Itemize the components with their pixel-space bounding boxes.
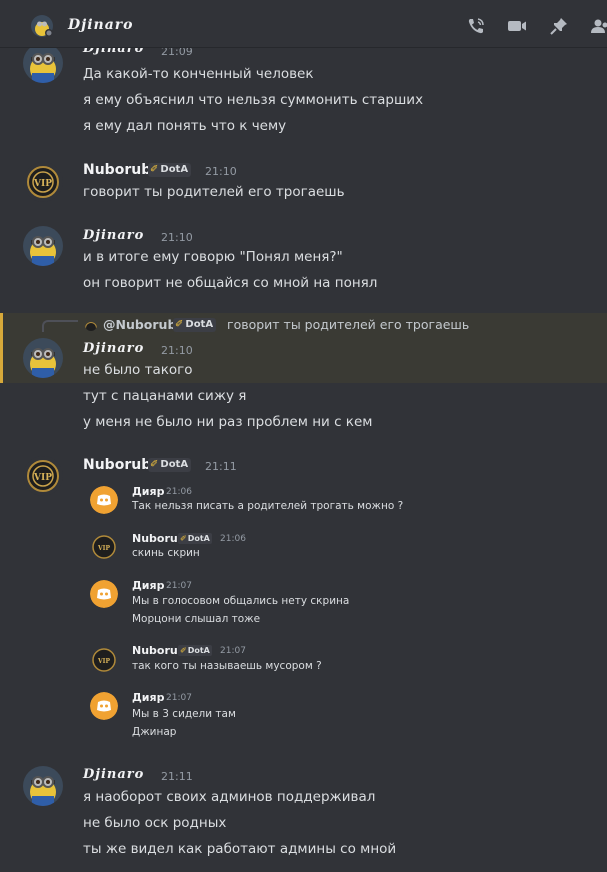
svg-text:VIP: VIP xyxy=(33,473,52,483)
message-text: не было оск родных xyxy=(83,815,227,831)
embedded-text: Мы в 3 сидели там xyxy=(132,708,236,720)
avatar-minion[interactable] xyxy=(23,43,63,83)
dm-title: Djinaro xyxy=(68,17,134,33)
role-tag: ✐DotA xyxy=(148,458,192,472)
message-text: тут с пацанами сижу я xyxy=(83,388,247,404)
timestamp: 21:10 xyxy=(205,165,237,178)
timestamp: 21:11 xyxy=(161,770,193,783)
author-name[interactable]: Djinaro xyxy=(83,341,144,356)
sword-icon: ✐ xyxy=(175,319,184,330)
embedded-text: Морцони слышал тоже xyxy=(132,613,261,625)
role-tag-label: DotA xyxy=(160,459,189,470)
author-name[interactable]: Djinaro xyxy=(83,767,144,782)
embedded-text: Так нельзя писать а родителей трогать мо… xyxy=(132,500,404,512)
embedded-text: Джинар xyxy=(132,726,177,738)
role-tag-label: DotA xyxy=(160,164,189,175)
sword-icon: ✐ xyxy=(180,646,187,655)
avatar-minion[interactable] xyxy=(23,766,63,806)
message-text: я ему объяснил что нельзя суммонить стар… xyxy=(83,92,424,108)
embedded-author: Дияр xyxy=(132,691,165,704)
embedded-time: 21:06 xyxy=(166,487,192,497)
members-icon[interactable] xyxy=(590,16,607,36)
avatar-minion[interactable] xyxy=(23,338,63,378)
message-text: и в итоге ему говорю "Понял меня?" xyxy=(83,249,343,265)
author-name[interactable]: Djinaro xyxy=(83,228,144,243)
message-text: он говорит не общайся со мной на понял xyxy=(83,275,378,291)
avatar-minion[interactable] xyxy=(23,226,63,266)
embedded-text: Мы в голосовом общались нету скрина xyxy=(132,595,350,607)
role-tag-label: DotA xyxy=(187,534,210,543)
timestamp: 21:10 xyxy=(161,231,193,244)
role-tag-label: DotA xyxy=(185,319,214,330)
message-text: я ему дал понять что к чему xyxy=(83,118,287,134)
pin-icon[interactable] xyxy=(549,16,569,36)
author-name[interactable]: Nuborub xyxy=(83,162,151,178)
channel-header: Djinaro xyxy=(0,0,607,48)
role-tag: ✐DotA xyxy=(178,645,212,656)
message-text: я наоборот своих админов поддерживал xyxy=(83,789,376,805)
reply-avatar-vip xyxy=(85,319,97,331)
phone-call-icon[interactable] xyxy=(466,16,486,36)
reply-connector xyxy=(42,320,78,332)
video-call-icon[interactable] xyxy=(507,16,527,36)
embedded-time: 21:07 xyxy=(166,693,192,703)
embedded-time: 21:07 xyxy=(220,646,246,656)
message-text: не было такого xyxy=(83,362,193,378)
author-name[interactable]: Nuborub xyxy=(83,457,151,473)
sword-icon: ✐ xyxy=(150,459,159,470)
sword-icon: ✐ xyxy=(180,534,187,543)
discord-logo-avatar xyxy=(90,580,118,608)
dm-avatar[interactable] xyxy=(31,15,53,37)
avatar-vip[interactable]: VIP xyxy=(23,162,63,202)
embedded-author: Дияр xyxy=(132,579,165,592)
vip-avatar: VIP xyxy=(90,646,118,674)
discord-logo-avatar xyxy=(90,486,118,514)
message-text: говорит ты родителей его трогаешь xyxy=(83,184,345,200)
sword-icon: ✐ xyxy=(150,164,159,175)
svg-text:VIP: VIP xyxy=(33,179,52,189)
svg-text:VIP: VIP xyxy=(97,658,110,665)
role-tag: ✐DotA xyxy=(178,533,212,544)
timestamp: 21:10 xyxy=(161,344,193,357)
svg-text:VIP: VIP xyxy=(97,545,110,552)
avatar-vip[interactable]: VIP xyxy=(23,456,63,496)
role-tag-label: DotA xyxy=(187,646,210,655)
embedded-time: 21:07 xyxy=(166,581,192,591)
role-tag: ✐DotA xyxy=(148,163,192,177)
reply-preview[interactable]: говорит ты родителей его трогаешь xyxy=(227,317,469,332)
message-text: ты же видел как работают админы со мной xyxy=(83,841,397,857)
message-text: у меня не было ни раз проблем ни с кем xyxy=(83,414,373,430)
embedded-text: так кого ты называешь мусором ? xyxy=(132,660,322,672)
message-list: Djinaro 21:09 Да какой-то конченный чело… xyxy=(0,0,607,872)
role-tag: ✐DotA xyxy=(173,318,217,332)
message-text: Да какой-то конченный человек xyxy=(83,66,314,82)
embedded-text: скинь скрин xyxy=(132,547,200,559)
reply-author[interactable]: @Nuborub xyxy=(103,317,176,332)
discord-logo-avatar xyxy=(90,692,118,720)
embedded-author: Дияр xyxy=(132,485,165,498)
timestamp: 21:11 xyxy=(205,460,237,473)
embedded-time: 21:06 xyxy=(220,534,246,544)
vip-avatar: VIP xyxy=(90,533,118,561)
